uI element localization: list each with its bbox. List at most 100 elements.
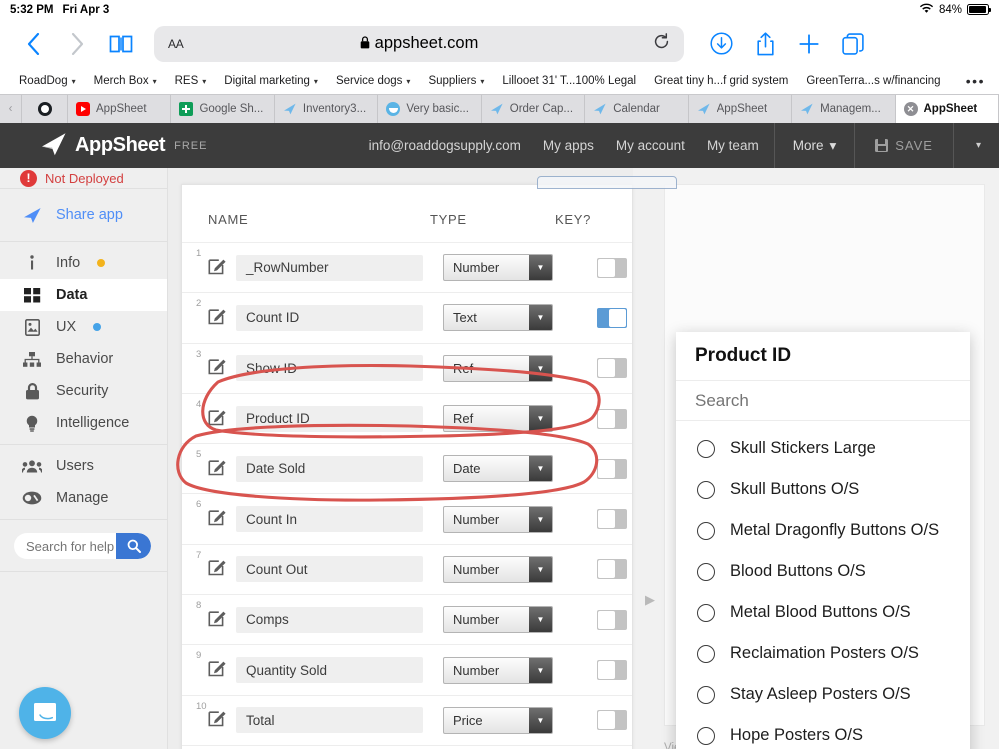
- sidebar-item-intelligence[interactable]: Intelligence: [0, 407, 167, 439]
- text-size-button[interactable]: AA: [168, 37, 184, 51]
- account-email[interactable]: info@roaddogsupply.com: [358, 123, 532, 168]
- key-toggle[interactable]: [597, 609, 627, 630]
- radio-button-icon[interactable]: [697, 562, 715, 581]
- bookmark-lillooet[interactable]: Lillooet 31' T...100% Legal: [493, 75, 645, 87]
- column-name-field[interactable]: Quantity Sold: [236, 657, 423, 684]
- table-row[interactable]: 6 Count In Number ▼: [182, 494, 632, 545]
- tab-inventory3[interactable]: Inventory3...: [274, 95, 379, 123]
- radio-button-icon[interactable]: [697, 439, 715, 458]
- column-type-select[interactable]: Number ▼: [443, 254, 553, 282]
- nav-my-account[interactable]: My account: [605, 123, 696, 168]
- pencil-edit-icon[interactable]: [208, 256, 228, 280]
- key-toggle[interactable]: [597, 559, 627, 580]
- sidebar-item-share-app[interactable]: Share app: [0, 194, 167, 236]
- key-toggle[interactable]: [597, 509, 627, 530]
- key-toggle[interactable]: [597, 458, 627, 479]
- list-item[interactable]: Reclaimation Posters O/S: [676, 633, 970, 674]
- tab-appsheet-active[interactable]: ✕ AppSheet: [895, 95, 999, 123]
- table-row[interactable]: 8 Comps Number ▼: [182, 595, 632, 646]
- bookmark-suppliers[interactable]: Suppliers ▾: [419, 75, 493, 87]
- list-item[interactable]: Skull Buttons O/S: [676, 469, 970, 510]
- nav-my-apps[interactable]: My apps: [532, 123, 605, 168]
- table-row[interactable]: 1 _RowNumber Number ▼: [182, 243, 632, 294]
- column-name-field[interactable]: Count ID: [236, 304, 423, 331]
- modal-search-box[interactable]: [676, 381, 970, 421]
- tab-calendar[interactable]: Calendar: [585, 95, 689, 123]
- bookmark-res[interactable]: RES ▾: [166, 75, 216, 87]
- list-item[interactable]: Hope Posters O/S: [676, 715, 970, 749]
- radio-button-icon[interactable]: [697, 480, 715, 499]
- column-name-field[interactable]: _RowNumber: [236, 254, 423, 281]
- key-toggle[interactable]: [597, 660, 627, 681]
- key-toggle[interactable]: [597, 408, 627, 429]
- table-row[interactable]: 10 Total Price ▼: [182, 696, 632, 746]
- tab-very-basic[interactable]: Very basic...: [378, 95, 482, 123]
- sidebar-item-ux[interactable]: UX: [0, 311, 167, 343]
- column-name-field[interactable]: Count Out: [236, 556, 423, 583]
- column-type-select[interactable]: Text ▼: [443, 304, 553, 332]
- list-item[interactable]: Metal Dragonfly Buttons O/S: [676, 510, 970, 551]
- table-row[interactable]: 2 Count ID Text ▼: [182, 293, 632, 344]
- radio-button-icon[interactable]: [697, 685, 715, 704]
- radio-button-icon[interactable]: [697, 603, 715, 622]
- column-type-select[interactable]: Number ▼: [443, 656, 553, 684]
- sidebar-item-behavior[interactable]: Behavior: [0, 343, 167, 375]
- tab-appsheet-youtube[interactable]: AppSheet: [68, 95, 172, 123]
- plus-icon[interactable]: [788, 25, 830, 63]
- tab-strip-scroll-left[interactable]: ‹: [0, 95, 22, 123]
- bookmark-greenterra[interactable]: GreenTerra...s w/financing: [797, 75, 949, 87]
- bookmark-merch-box[interactable]: Merch Box ▾: [85, 75, 166, 87]
- save-dropdown-button[interactable]: ▾: [958, 140, 999, 151]
- column-name-field[interactable]: Total: [236, 707, 423, 734]
- pencil-edit-icon[interactable]: [208, 608, 228, 632]
- radio-button-icon[interactable]: [697, 726, 715, 745]
- sidebar-item-info[interactable]: Info: [0, 247, 167, 279]
- tab-order-cap[interactable]: Order Cap...: [481, 95, 586, 123]
- bookmarks-overflow-button[interactable]: •••: [966, 73, 989, 89]
- bookmark-great-tiny-house[interactable]: Great tiny h...f grid system: [645, 75, 797, 87]
- modal-search-input[interactable]: [695, 390, 970, 411]
- pencil-edit-icon[interactable]: [208, 407, 228, 431]
- reload-icon[interactable]: [653, 32, 670, 55]
- appsheet-brand[interactable]: AppSheet FREE: [0, 131, 207, 160]
- pencil-edit-icon[interactable]: [208, 507, 228, 531]
- bookmarks-button[interactable]: [100, 25, 142, 63]
- sidebar-item-manage[interactable]: Manage: [0, 482, 167, 514]
- sidebar-item-data[interactable]: Data: [0, 279, 167, 311]
- tabs-icon[interactable]: [832, 25, 874, 63]
- bookmark-roaddog[interactable]: RoadDog ▾: [10, 75, 85, 87]
- address-bar[interactable]: AA appsheet.com: [154, 25, 684, 62]
- help-search-box[interactable]: [14, 533, 151, 559]
- not-deployed-banner[interactable]: ! Not Deployed: [0, 168, 167, 188]
- share-icon[interactable]: [744, 25, 786, 63]
- key-toggle[interactable]: [597, 307, 627, 328]
- sidebar-item-users[interactable]: Users: [0, 450, 167, 482]
- bookmark-digital-marketing[interactable]: Digital marketing ▾: [215, 75, 327, 87]
- tab-google-sheets[interactable]: Google Sh...: [171, 95, 275, 123]
- column-type-select[interactable]: Date ▼: [443, 455, 553, 483]
- forward-button[interactable]: [56, 25, 98, 63]
- radio-button-icon[interactable]: [697, 644, 715, 663]
- tab-management[interactable]: Managem...: [792, 95, 896, 123]
- close-circle-icon[interactable]: ✕: [903, 102, 918, 116]
- pencil-edit-icon[interactable]: [208, 708, 228, 732]
- column-type-select[interactable]: Ref ▼: [443, 405, 553, 433]
- download-icon[interactable]: [700, 25, 742, 63]
- column-type-select[interactable]: Ref ▼: [443, 354, 553, 382]
- back-button[interactable]: [12, 25, 54, 63]
- column-type-select[interactable]: Number ▼: [443, 555, 553, 583]
- list-item[interactable]: Stay Asleep Posters O/S: [676, 674, 970, 715]
- key-toggle[interactable]: [597, 710, 627, 731]
- column-type-select[interactable]: Number ▼: [443, 505, 553, 533]
- table-row[interactable]: 7 Count Out Number ▼: [182, 545, 632, 596]
- table-row[interactable]: 9 Quantity Sold Number ▼: [182, 645, 632, 696]
- chat-bubble-icon[interactable]: [19, 687, 71, 739]
- pencil-edit-icon[interactable]: [208, 356, 228, 380]
- pencil-edit-icon[interactable]: [208, 306, 228, 330]
- tab-appsheet[interactable]: AppSheet: [688, 95, 793, 123]
- column-name-field[interactable]: Show ID: [236, 355, 423, 382]
- table-row[interactable]: 3 Show ID Ref ▼: [182, 344, 632, 394]
- pencil-edit-icon[interactable]: [208, 557, 228, 581]
- more-menu-button[interactable]: More ▾: [779, 123, 851, 168]
- column-type-select[interactable]: Number ▼: [443, 606, 553, 634]
